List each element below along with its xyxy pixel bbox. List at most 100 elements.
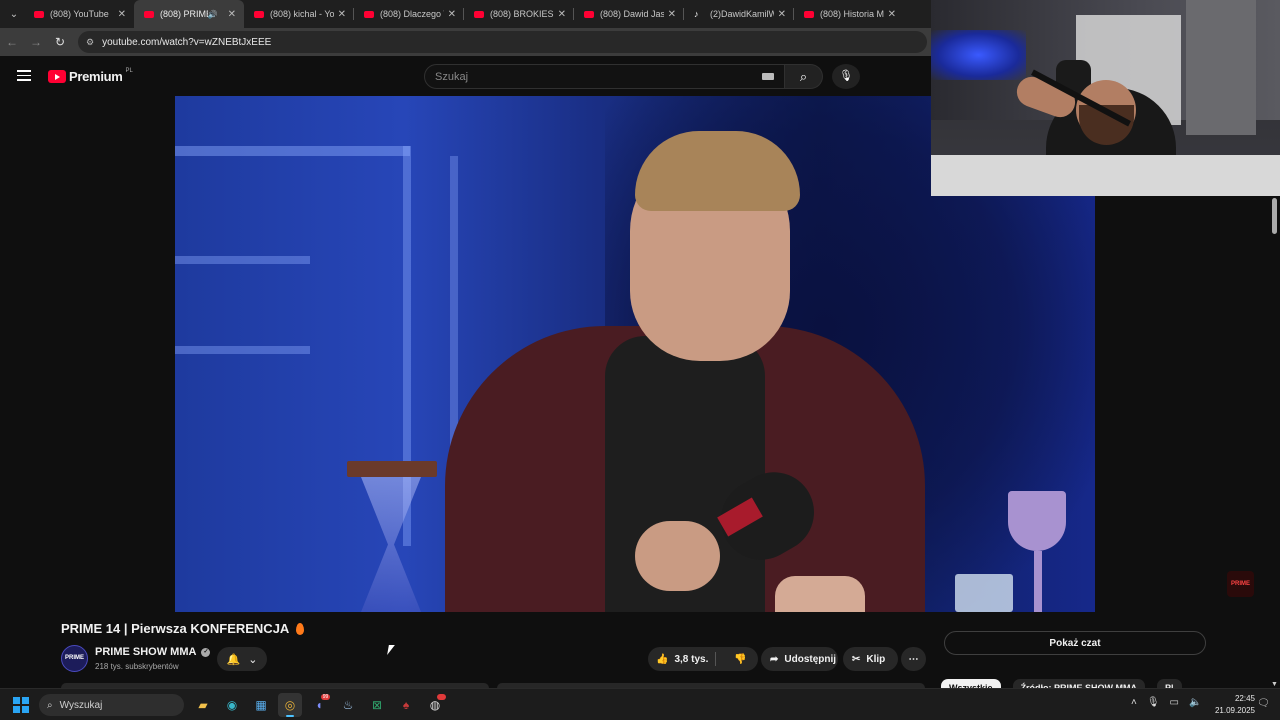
edge-icon[interactable]: ◉ [220,693,244,717]
search-button[interactable]: ⌕ [785,64,823,89]
tab-close-icon[interactable]: ✕ [558,9,566,20]
notifications-icon[interactable]: 🗨 [1257,698,1270,709]
dislike-button[interactable]: 👎 [722,654,758,665]
tab-search-chevron-icon[interactable]: ⌄ [4,4,24,24]
clock[interactable]: 22:45 21.09.2025 [1211,693,1255,717]
scrollbar-thumb[interactable] [1272,198,1277,234]
more-actions-button[interactable]: ⋯ [901,647,926,671]
thumbs-up-icon: 👍 [656,653,669,665]
channel-name-text: PRIME SHOW MMA [95,646,197,658]
site-info-icon[interactable]: ⚙ [86,37,94,48]
youtube-icon [364,10,374,18]
channel-avatar[interactable]: PRIME [61,645,88,672]
scroll-down-arrow-icon[interactable]: ▼ [1271,681,1278,688]
youtube-icon [144,10,154,18]
video-title-text: PRIME 14 | Pierwsza KONFERENCJA [61,621,290,636]
video-hourglass [347,461,437,612]
store-icon[interactable]: ▦ [249,693,273,717]
tab-close-icon[interactable]: ✕ [888,9,896,20]
thumbs-down-icon: 👎 [733,653,747,665]
tiktok-icon: ♪ [694,9,699,19]
tab-label: (808) Dlaczego Te [380,9,444,19]
page-scrollbar[interactable]: ▼ [1268,196,1280,688]
channel-watermark[interactable]: PRIME [1227,571,1254,597]
youtube-premium-logo[interactable]: Premium PL [48,67,133,84]
browser-tab[interactable]: (808) Dawid Jaspe ✕ [574,0,684,28]
youtube-header: Premium PL Szukaj ⌕ 🎙 [0,56,931,96]
windows-taskbar: ⌕ Wyszukaj ▰ ◉ ▦ ◎ ◖ 99 ♨ ⊠ ♠ ◍ ˄ 🎙 ▭ 🔈 2… [0,688,1280,720]
share-button[interactable]: ➦ Udostępnij [761,647,838,671]
logo-text: Premium [69,69,123,84]
tab-close-icon[interactable]: ✕ [338,9,346,20]
discord-badge: 99 [321,694,330,700]
like-dislike-group: 👍 3,8 tys. 👎 [648,647,758,671]
tab-close-icon[interactable]: ✕ [228,9,236,20]
windows-start-icon[interactable] [13,697,29,713]
video-title: PRIME 14 | Pierwsza KONFERENCJA [61,621,305,636]
microphone-icon[interactable]: 🎙 [1147,697,1160,708]
tab-close-icon[interactable]: ✕ [778,9,786,20]
browser-tab[interactable]: (808) YouTube ✕ [24,0,134,28]
chip-more[interactable]: Pl [1157,679,1182,688]
fire-emoji-icon [296,622,305,635]
steam-icon[interactable]: ♨ [336,693,360,717]
browser-tab[interactable]: (808) BROKIES VS ✕ [464,0,574,28]
chevron-up-icon[interactable]: ˄ [1131,697,1137,708]
network-icon[interactable]: ▭ [1170,697,1179,708]
subscriber-count: 218 tys. subskrybentów [95,662,179,671]
app-with-notification-icon[interactable]: ◍ [423,693,447,717]
voice-search-button[interactable]: 🎙 [832,64,860,89]
menu-icon[interactable] [17,70,31,81]
url-field[interactable]: ⚙ youtube.com/watch?v=wZNEBtJxEEE [78,31,927,53]
game-app-icon[interactable]: ♠ [394,693,418,717]
video-goblet [1008,491,1066,551]
search-placeholder: Szukaj [435,70,469,83]
notifications-button[interactable]: 🔔 ⌄ [217,647,267,671]
search-icon: ⌕ [47,699,53,711]
clip-label: Klip [866,653,886,665]
clip-button[interactable]: ✂ Klip [843,647,898,671]
youtube-icon [254,10,264,18]
share-label: Udostępnij [784,653,837,665]
like-button[interactable]: 👍 3,8 tys. [648,654,709,665]
volume-icon[interactable]: 🔈 [1189,697,1201,708]
browser-tab[interactable]: ♪ (2)DawidKamilWo ✕ [684,0,794,28]
tab-close-icon[interactable]: ✕ [448,9,456,20]
tab-close-icon[interactable]: ✕ [118,9,126,20]
clock-time: 22:45 [1234,694,1255,703]
reload-icon[interactable]: ↻ [48,35,72,49]
forward-arrow-icon[interactable]: → [24,35,48,49]
search-input[interactable]: Szukaj [424,64,785,89]
chip-source[interactable]: Źródło: PRIME SHOW MMA [1012,679,1146,688]
like-count: 3,8 tys. [674,653,709,665]
discord-icon[interactable]: ◖ 99 [307,693,331,717]
country-code: PL [125,67,133,74]
youtube-icon [34,10,44,18]
browser-tab[interactable]: (808) Historia Me ✕ [794,0,904,28]
youtube-play-icon [48,70,66,83]
more-horizontal-icon: ⋯ [908,653,919,665]
chip-all[interactable]: Wszystkie [941,679,1001,688]
speaker-icon[interactable]: 🔊 [208,10,218,19]
taskbar-search[interactable]: ⌕ Wyszukaj [39,694,184,716]
browser-tab[interactable]: (808) Dlaczego Te ✕ [354,0,464,28]
file-explorer-icon[interactable]: ▰ [191,693,215,717]
share-arrow-icon: ➦ [770,653,779,665]
address-bar-row: ← → ↻ ⚙ youtube.com/watch?v=wZNEBtJxEEE [0,28,931,56]
tab-close-icon[interactable]: ✕ [668,9,676,20]
related-filter-chips: Wszystkie Źródło: PRIME SHOW MMA Pl [941,679,1182,688]
browser-tab-active[interactable]: (808) PRIME 1 🔊 ✕ [134,0,244,28]
chrome-icon[interactable]: ◎ [278,693,302,717]
channel-name[interactable]: PRIME SHOW MMA ✓ [95,646,211,658]
back-arrow-icon[interactable]: ← [0,35,24,49]
webcam-overlay [931,0,1280,196]
keyboard-icon[interactable] [762,73,774,80]
microphone-icon: 🎙 [839,70,853,82]
excel-icon[interactable]: ⊠ [365,693,389,717]
browser-tab[interactable]: (808) kichal - You ✕ [244,0,354,28]
show-chat-button[interactable]: Pokaż czat [944,631,1206,655]
system-tray: ˄ 🎙 ▭ 🔈 [1131,697,1201,708]
tab-label: (808) kichal - You [270,9,334,19]
taskbar-search-placeholder: Wyszukaj [59,699,103,711]
url-text: youtube.com/watch?v=wZNEBtJxEEE [102,36,272,48]
